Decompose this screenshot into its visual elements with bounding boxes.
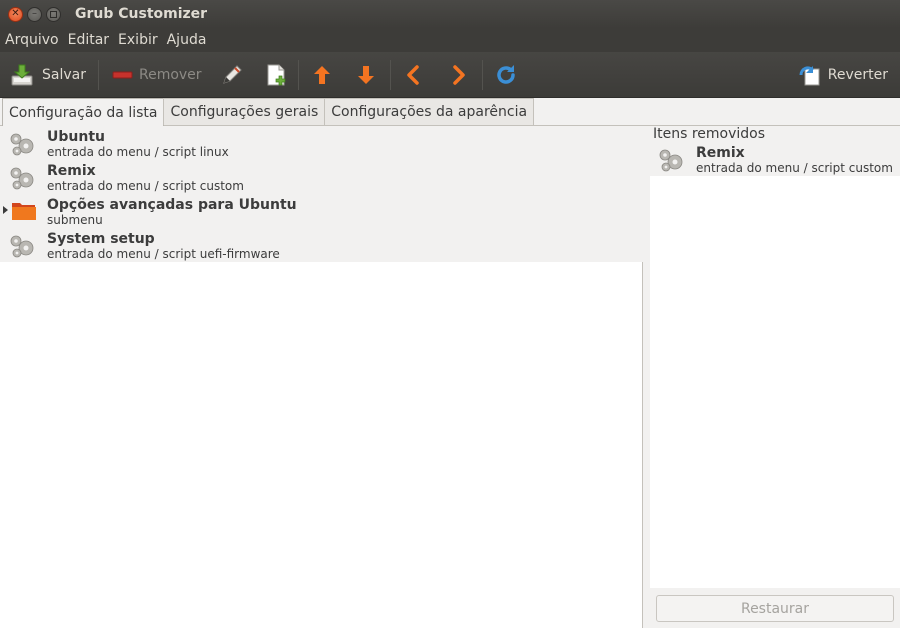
gear-icon	[9, 166, 35, 194]
save-icon	[10, 63, 34, 87]
move-right-icon	[446, 63, 470, 87]
edit-button[interactable]	[220, 57, 244, 93]
gear-icon	[9, 234, 35, 262]
edit-icon	[220, 63, 244, 87]
toolbar-separator	[297, 59, 299, 90]
revert-icon	[798, 63, 822, 87]
remove-icon	[111, 63, 135, 87]
move-left-button[interactable]	[402, 57, 426, 93]
entry-subtitle: entrada do menu / script uefi-firmware	[47, 247, 280, 261]
tab-configuracao-da-lista[interactable]: Configuração da lista	[2, 98, 165, 126]
tab-bar: Configuração da lista Configurações gera…	[0, 98, 900, 126]
entry-name: Remix	[47, 163, 96, 179]
menu-arquivo[interactable]: Arquivo	[2, 32, 62, 48]
entry-name: System setup	[47, 231, 155, 247]
entry-name: Opções avançadas para Ubuntu	[47, 197, 297, 213]
save-label: Salvar	[42, 66, 86, 83]
tab-configuracoes-da-aparencia[interactable]: Configurações da aparência	[324, 98, 535, 125]
new-entry-button[interactable]	[264, 57, 288, 93]
move-right-button[interactable]	[446, 57, 470, 93]
toolbar-separator	[481, 59, 483, 90]
entry-subtitle: entrada do menu / script custom	[696, 161, 893, 175]
list-item[interactable]: Ubuntu entrada do menu / script linux	[0, 126, 643, 160]
maximize-icon	[50, 10, 57, 18]
close-window-button[interactable]: ✕	[8, 6, 23, 22]
move-down-button[interactable]	[354, 57, 378, 93]
menu-editar[interactable]: Editar	[65, 32, 112, 48]
expander-arrow-icon[interactable]	[3, 206, 8, 214]
toolbar-separator	[389, 59, 391, 90]
maximize-window-button[interactable]	[46, 6, 61, 22]
removed-items-list[interactable]: Remix entrada do menu / script custom	[650, 142, 900, 588]
save-button[interactable]: Salvar	[10, 57, 86, 93]
reload-icon	[494, 63, 518, 87]
minimize-icon: –	[32, 8, 37, 19]
list-item[interactable]: System setup entrada do menu / script ue…	[0, 228, 643, 262]
move-left-icon	[402, 63, 426, 87]
move-up-icon	[310, 63, 334, 87]
gear-icon	[658, 148, 684, 176]
entry-name: Ubuntu	[47, 129, 105, 145]
restore-button[interactable]: Restaurar	[656, 595, 894, 622]
remove-button[interactable]: Remover	[111, 57, 202, 93]
removed-items-title: Itens removidos	[653, 126, 766, 142]
entry-subtitle: entrada do menu / script custom	[47, 179, 244, 193]
entry-subtitle: entrada do menu / script linux	[47, 145, 229, 159]
window-title: Grub Customizer	[75, 6, 208, 22]
menu-ajuda[interactable]: Ajuda	[164, 32, 210, 48]
menu-exibir[interactable]: Exibir	[115, 32, 161, 48]
move-up-button[interactable]	[310, 57, 334, 93]
new-entry-icon	[264, 63, 288, 87]
minimize-window-button[interactable]: –	[27, 6, 42, 22]
tab-configuracoes-gerais[interactable]: Configurações gerais	[163, 98, 326, 125]
gear-icon	[9, 132, 35, 160]
revert-button[interactable]: Reverter	[798, 57, 888, 93]
window-controls: ✕ –	[8, 6, 61, 22]
toolbar-separator	[97, 59, 99, 90]
toolbar: Salvar Remover Reverter	[0, 52, 900, 98]
folder-icon	[11, 198, 37, 226]
removed-items-panel: Itens removidos Remix entrada do menu / …	[644, 126, 900, 628]
title-bar: ✕ – Grub Customizer	[0, 0, 900, 28]
revert-label: Reverter	[827, 66, 888, 83]
move-down-icon	[354, 63, 378, 87]
menu-bar: Arquivo Editar Exibir Ajuda	[0, 28, 900, 52]
entry-name: Remix	[696, 145, 745, 161]
entry-subtitle: submenu	[47, 213, 103, 227]
entry-list[interactable]: Ubuntu entrada do menu / script linux Re…	[0, 126, 643, 628]
close-icon: ✕	[11, 8, 20, 19]
remove-label: Remover	[138, 66, 202, 83]
list-item[interactable]: Remix entrada do menu / script custom	[650, 142, 900, 176]
list-item[interactable]: Remix entrada do menu / script custom	[0, 160, 643, 194]
reload-button[interactable]	[494, 57, 518, 93]
list-item[interactable]: Opções avançadas para Ubuntu submenu	[0, 194, 643, 228]
